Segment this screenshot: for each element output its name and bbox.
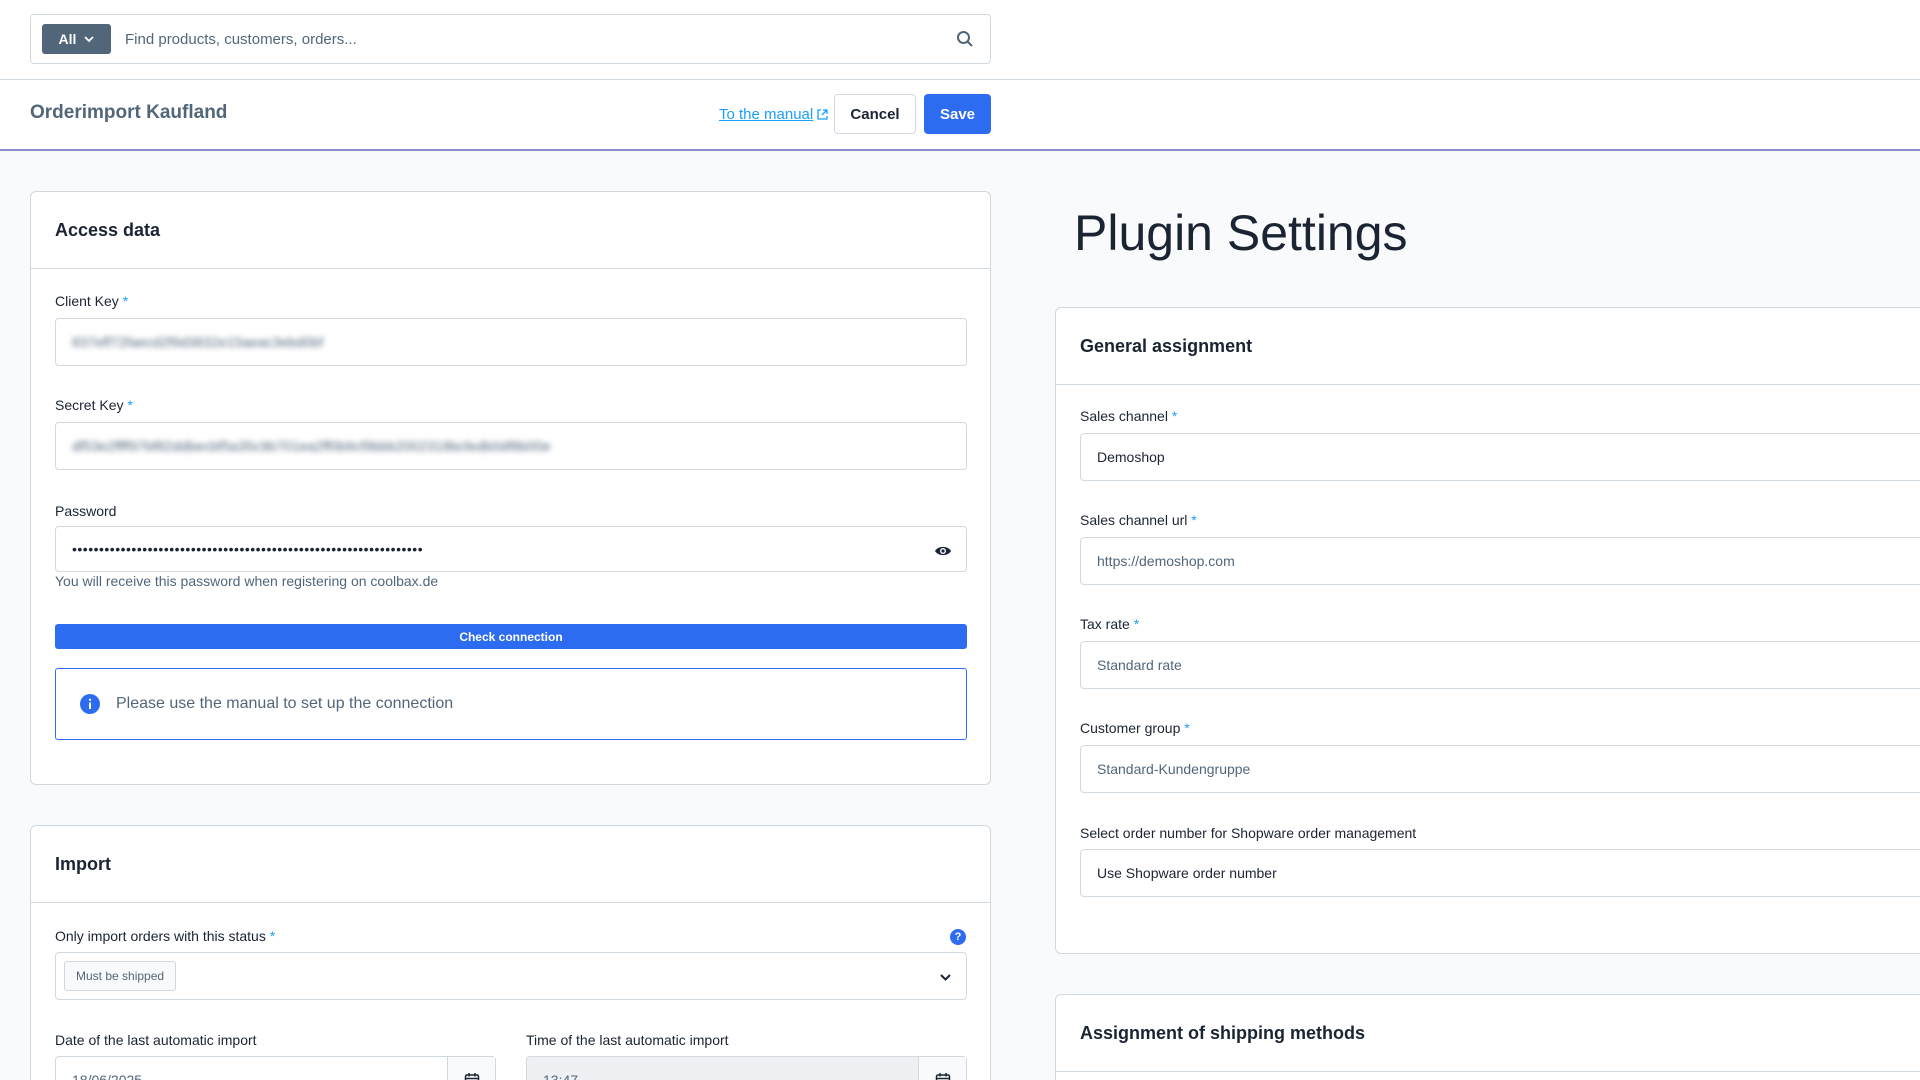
- status-tag-label: Must be shipped: [76, 969, 165, 983]
- sales-channel-url-value: https://demoshop.com: [1097, 553, 1235, 569]
- calendar-icon: [935, 1073, 950, 1080]
- import-card: Import Only import orders with this stat…: [30, 825, 991, 1080]
- order-number-select[interactable]: Use Shopware order number: [1080, 849, 1920, 897]
- chevron-down-icon: [84, 36, 95, 43]
- shipping-assignment-card: Assignment of shipping methods: [1055, 994, 1920, 1080]
- external-link-icon: [817, 109, 828, 120]
- last-import-time-input[interactable]: 13:47: [526, 1056, 967, 1080]
- client-key-value: 837eff72faecd2f9d3832e15aeac3ebd0bf: [72, 334, 324, 350]
- manual-link[interactable]: To the manual: [719, 106, 828, 123]
- last-import-date-input[interactable]: 18/06/2025: [55, 1056, 496, 1080]
- calendar-icon: [464, 1073, 479, 1080]
- sales-channel-url-label: Sales channel url *: [1080, 512, 1197, 528]
- password-input[interactable]: ••••••••••••••••••••••••••••••••••••••••…: [55, 526, 967, 572]
- order-number-label: Select order number for Shopware order m…: [1080, 825, 1417, 841]
- chevron-down-icon: [940, 974, 951, 981]
- last-import-time-value: 13:47: [543, 1072, 579, 1080]
- customer-group-value: Standard-Kundengruppe: [1097, 761, 1251, 777]
- manual-link-label: To the manual: [719, 106, 814, 123]
- help-icon[interactable]: ?: [950, 929, 966, 945]
- info-icon: [80, 694, 100, 714]
- tax-rate-label: Tax rate *: [1080, 616, 1140, 632]
- sales-channel-url-input[interactable]: https://demoshop.com: [1080, 537, 1920, 585]
- client-key-label: Client Key *: [55, 293, 129, 309]
- access-data-card: Access data Client Key * 837eff72faecd2f…: [30, 191, 991, 785]
- last-import-time-label: Time of the last automatic import: [526, 1032, 729, 1048]
- status-filter-select[interactable]: Must be shipped: [55, 952, 967, 1000]
- password-label: Password: [55, 503, 117, 519]
- search-type-select[interactable]: All: [42, 24, 111, 54]
- password-value: ••••••••••••••••••••••••••••••••••••••••…: [72, 541, 424, 557]
- order-number-value: Use Shopware order number: [1097, 865, 1277, 881]
- status-filter-label: Only import orders with this status *: [55, 928, 276, 944]
- secret-key-label: Secret Key *: [55, 397, 133, 413]
- tax-rate-select[interactable]: Standard rate: [1080, 641, 1920, 689]
- password-help-text: You will receive this password when regi…: [55, 573, 439, 589]
- secret-key-input[interactable]: df53e2ffff97bf82ddbecbf5a35c9b701ea2ff0b…: [55, 422, 967, 470]
- search-input[interactable]: [125, 30, 925, 48]
- page-title: Orderimport Kaufland: [30, 102, 228, 123]
- sales-channel-value: Demoshop: [1097, 449, 1165, 465]
- secret-key-value: df53e2ffff97bf82ddbecbf5a35c9b701ea2ff0b…: [72, 438, 551, 454]
- status-tag[interactable]: Must be shipped: [64, 961, 177, 991]
- general-assignment-title: General assignment: [1056, 308, 1920, 385]
- last-import-date-label: Date of the last automatic import: [55, 1032, 257, 1048]
- access-data-title: Access data: [31, 192, 990, 269]
- time-picker-button[interactable]: [918, 1057, 966, 1080]
- top-bar: All: [0, 0, 1920, 80]
- search-type-label: All: [58, 31, 77, 47]
- plugin-settings-title: Plugin Settings: [1074, 205, 1408, 261]
- sales-channel-select[interactable]: Demoshop: [1080, 433, 1920, 481]
- tax-rate-value: Standard rate: [1097, 657, 1182, 673]
- check-connection-button[interactable]: Check connection: [55, 624, 967, 649]
- smart-bar: Orderimport Kaufland To the manual Cance…: [0, 80, 1920, 151]
- client-key-input[interactable]: 837eff72faecd2f9d3832e15aeac3ebd0bf: [55, 318, 967, 366]
- sales-channel-label: Sales channel *: [1080, 408, 1178, 424]
- date-picker-button[interactable]: [447, 1057, 495, 1080]
- info-alert: Please use the manual to set up the conn…: [55, 668, 967, 740]
- last-import-date-value: 18/06/2025: [72, 1072, 143, 1080]
- search-icon[interactable]: [956, 30, 974, 48]
- import-title: Import: [31, 826, 990, 903]
- eye-icon[interactable]: [934, 542, 952, 560]
- save-button[interactable]: Save: [924, 94, 991, 134]
- cancel-button[interactable]: Cancel: [834, 94, 916, 134]
- customer-group-select[interactable]: Standard-Kundengruppe: [1080, 745, 1920, 793]
- shipping-assignment-title: Assignment of shipping methods: [1056, 995, 1920, 1072]
- customer-group-label: Customer group *: [1080, 720, 1190, 736]
- general-assignment-card: General assignment Sales channel * Demos…: [1055, 307, 1920, 954]
- info-alert-text: Please use the manual to set up the conn…: [116, 695, 454, 712]
- global-search: All: [30, 14, 991, 64]
